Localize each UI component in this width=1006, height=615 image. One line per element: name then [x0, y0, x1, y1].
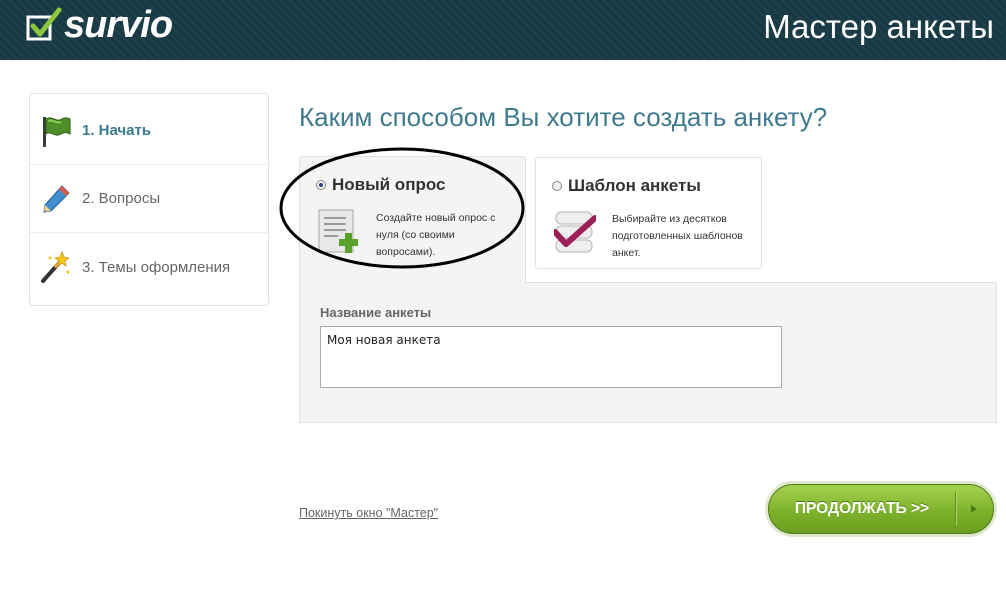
- step-start[interactable]: 1. Начать: [30, 97, 268, 165]
- option-description: Создайте новый опрос с нуля (со своими в…: [376, 212, 496, 258]
- panel-divider: [525, 282, 997, 283]
- logo-checkmark-icon: [26, 7, 62, 41]
- option-template[interactable]: Шаблон анкеты Выбирайте из десятков подг…: [535, 157, 762, 269]
- option-title: Шаблон анкеты: [568, 176, 701, 195]
- template-radio[interactable]: [552, 181, 562, 191]
- header-bar: survio Мастер анкеты: [0, 0, 1006, 60]
- survey-name-label: Название анкеты: [320, 305, 432, 320]
- new-document-icon: [318, 209, 358, 253]
- option-new-survey[interactable]: Новый опрос Создайте новый опрос с нуля …: [299, 156, 526, 284]
- survey-name-panel: Название анкеты: [299, 283, 997, 423]
- header-title: Мастер анкеты: [763, 8, 994, 45]
- step-themes[interactable]: 3. Темы оформления: [30, 233, 268, 301]
- step-label: 1. Начать: [82, 122, 152, 139]
- step-label: 3. Темы оформления: [82, 258, 231, 276]
- continue-button[interactable]: ПРОДОЛЖАТЬ >>: [768, 484, 994, 534]
- flag-icon: [43, 116, 71, 147]
- leave-wizard-link[interactable]: Покинуть окно "Мастер": [299, 506, 438, 520]
- template-check-icon: [554, 211, 596, 253]
- magic-wand-icon: [41, 250, 70, 283]
- step-label: 2. Вопросы: [82, 190, 161, 207]
- survey-name-input[interactable]: [320, 326, 782, 388]
- continue-label: ПРОДОЛЖАТЬ >>: [794, 500, 930, 517]
- logo-text: survio: [64, 4, 173, 46]
- wizard-steps-sidebar: 1. Начать 2. Вопросы 3. Темы оформления: [29, 93, 269, 306]
- new-survey-radio[interactable]: [316, 180, 326, 190]
- page-title: Каким способом Вы хотите создать анкету?: [299, 102, 828, 132]
- step-questions[interactable]: 2. Вопросы: [30, 165, 268, 233]
- survio-logo[interactable]: survio: [26, 2, 173, 48]
- option-title: Новый опрос: [332, 175, 446, 194]
- pencil-icon: [43, 184, 70, 213]
- option-description: Выбирайте из десятков подготовленных шаб…: [612, 213, 743, 259]
- play-arrow-icon: [956, 503, 992, 515]
